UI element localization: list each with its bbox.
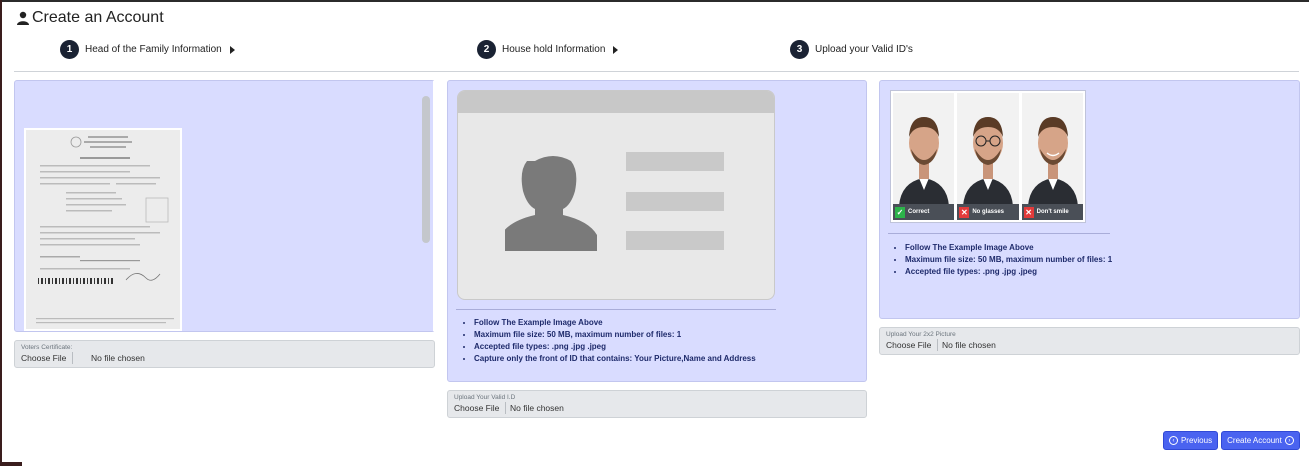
scroll-track bbox=[433, 81, 435, 331]
choose-file-button[interactable]: Choose File bbox=[454, 402, 507, 414]
header-divider bbox=[14, 71, 1299, 72]
caret-right-icon bbox=[229, 45, 235, 54]
window-left-edge bbox=[0, 0, 2, 466]
create-account-label: Create Account bbox=[1227, 436, 1282, 445]
preview-scrollbar[interactable] bbox=[422, 96, 430, 243]
id-card-line bbox=[626, 192, 724, 211]
file-status: No file chosen bbox=[942, 340, 996, 350]
arrow-right-circle-icon: › bbox=[1284, 436, 1294, 445]
voters-certificate-label: Voters Certificate: bbox=[21, 344, 73, 351]
user-icon bbox=[17, 11, 29, 25]
step-label: House hold Information bbox=[502, 44, 606, 55]
voters-certificate-file-input[interactable]: Voters Certificate: Choose File No file … bbox=[14, 340, 435, 368]
file-status: No file chosen bbox=[510, 403, 564, 413]
step-number: 3 bbox=[790, 40, 809, 59]
step-number: 1 bbox=[60, 40, 79, 59]
previous-button[interactable]: ‹ Previous bbox=[1163, 431, 1218, 450]
id-card-header-band bbox=[458, 91, 774, 113]
list-item: Accepted file types: .png .jpg .jpeg bbox=[474, 342, 756, 351]
photo-examples: ✓ Correct ✕ No glasses ✕ Don't smile bbox=[890, 90, 1086, 223]
window-top-edge bbox=[0, 0, 1309, 2]
picture-instructions: Follow The Example Image Above Maximum f… bbox=[891, 243, 1112, 279]
valid-id-label: Upload Your Valid I.D bbox=[454, 394, 516, 401]
id-card-example-image bbox=[457, 90, 775, 300]
photo-example-glasses: ✕ No glasses bbox=[957, 93, 1019, 220]
caret-right-icon bbox=[613, 45, 619, 54]
document-scan-graphic bbox=[26, 130, 180, 329]
choose-file-button[interactable]: Choose File bbox=[886, 339, 939, 351]
page-title-text: Create an Account bbox=[32, 9, 164, 26]
list-item: Capture only the front of ID that contai… bbox=[474, 354, 756, 363]
caption-text: Don't smile bbox=[1036, 209, 1069, 215]
picture-label: Upload Your 2x2 Picture bbox=[886, 331, 956, 338]
face-graphic bbox=[1021, 93, 1083, 206]
id-card-line bbox=[626, 231, 724, 250]
photo-example-smile: ✕ Don't smile bbox=[1021, 93, 1083, 220]
step-number: 2 bbox=[477, 40, 496, 59]
list-item: Follow The Example Image Above bbox=[474, 318, 756, 327]
page-title: Create an Account bbox=[16, 9, 164, 27]
stepper: 1 Head of the Family Information 2 House… bbox=[0, 40, 1309, 60]
arrow-left-circle-icon: ‹ bbox=[1168, 436, 1178, 445]
step-1[interactable]: 1 Head of the Family Information bbox=[60, 40, 235, 59]
choose-file-button[interactable]: Choose File bbox=[21, 352, 74, 364]
check-icon: ✓ bbox=[895, 206, 905, 218]
create-account-button[interactable]: Create Account › bbox=[1221, 431, 1300, 450]
photo-caption: ✕ No glasses bbox=[957, 204, 1019, 220]
picture-file-input[interactable]: Upload Your 2x2 Picture Choose File No f… bbox=[879, 327, 1300, 355]
photo-caption: ✓ Correct bbox=[893, 204, 955, 220]
valid-id-instructions: Follow The Example Image Above Maximum f… bbox=[460, 318, 756, 366]
step-3[interactable]: 3 Upload your Valid ID's bbox=[790, 40, 913, 59]
step-2[interactable]: 2 House hold Information bbox=[477, 40, 619, 59]
photo-example-correct: ✓ Correct bbox=[893, 93, 955, 220]
previous-label: Previous bbox=[1180, 436, 1213, 445]
caption-text: Correct bbox=[908, 209, 930, 215]
file-status: No file chosen bbox=[91, 353, 145, 363]
list-item: Accepted file types: .png .jpg .jpeg bbox=[905, 267, 1112, 276]
photo-caption: ✕ Don't smile bbox=[1021, 204, 1083, 220]
face-graphic bbox=[957, 93, 1019, 206]
list-item: Maximum file size: 50 MB, maximum number… bbox=[474, 330, 756, 339]
panel-separator bbox=[888, 233, 1110, 234]
cross-icon: ✕ bbox=[1023, 206, 1034, 218]
caption-text: No glasses bbox=[972, 209, 1005, 215]
step-label: Upload your Valid ID's bbox=[815, 44, 913, 55]
valid-id-file-input[interactable]: Upload Your Valid I.D Choose File No fil… bbox=[447, 390, 867, 418]
voters-certificate-image bbox=[24, 128, 182, 331]
step-label: Head of the Family Information bbox=[85, 44, 222, 55]
list-item: Maximum file size: 50 MB, maximum number… bbox=[905, 255, 1112, 264]
person-silhouette-icon bbox=[505, 156, 597, 251]
window-corner bbox=[0, 462, 22, 466]
list-item: Follow The Example Image Above bbox=[905, 243, 1112, 252]
cross-icon: ✕ bbox=[959, 206, 970, 218]
id-card-line bbox=[626, 152, 724, 171]
panel-separator bbox=[456, 309, 776, 310]
face-graphic bbox=[893, 93, 955, 206]
